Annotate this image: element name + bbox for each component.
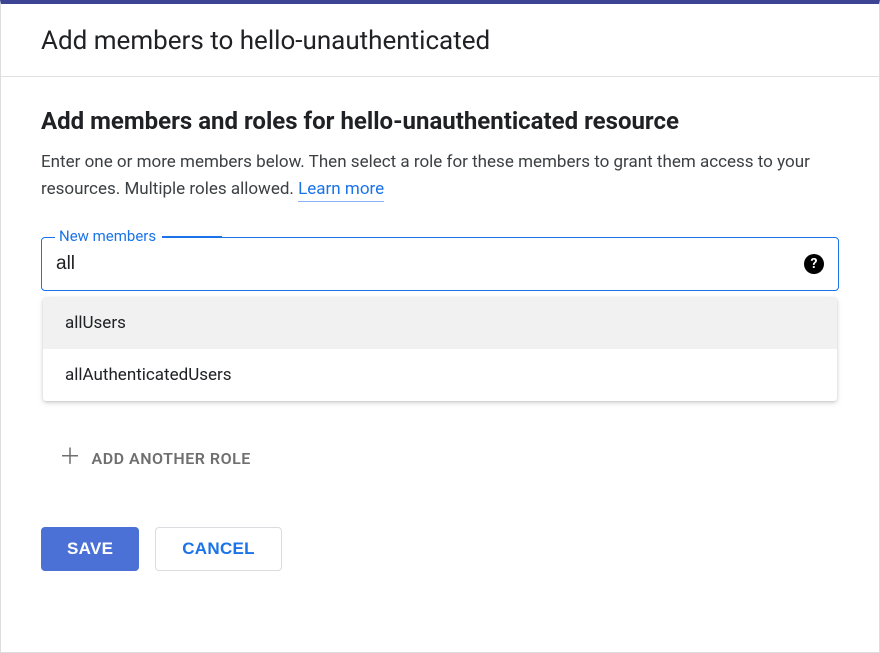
panel-title: Add members to hello-unauthenticated: [41, 26, 839, 56]
plus-icon: ＋: [59, 447, 82, 469]
panel-content: Add members and roles for hello-unauthen…: [1, 77, 879, 591]
new-members-input-row[interactable]: ?: [41, 237, 839, 291]
suggestion-item-allusers[interactable]: allUsers: [43, 297, 837, 349]
add-another-role-button[interactable]: ＋ Add Another Role: [41, 447, 251, 469]
section-heading: Add members and roles for hello-unauthen…: [41, 107, 839, 135]
suggestion-item-allauthenticatedusers[interactable]: allAuthenticatedUsers: [43, 349, 837, 401]
action-bar: SAVE CANCEL: [41, 527, 839, 571]
new-members-field: New members ? allUsers allAuthenticatedU…: [41, 237, 839, 401]
panel-header: Add members to hello-unauthenticated: [1, 4, 879, 77]
section-description-text: Enter one or more members below. Then se…: [41, 152, 810, 199]
learn-more-link[interactable]: Learn more: [298, 179, 384, 202]
save-button[interactable]: SAVE: [41, 527, 139, 571]
suggestions-dropdown: allUsers allAuthenticatedUsers: [43, 297, 837, 401]
add-another-role-label: Add Another Role: [92, 449, 251, 468]
cancel-button[interactable]: CANCEL: [155, 527, 282, 571]
section-description: Enter one or more members below. Then se…: [41, 149, 839, 203]
help-icon[interactable]: ?: [804, 254, 824, 274]
new-members-label: New members: [55, 227, 162, 245]
new-members-input[interactable]: [56, 253, 804, 275]
